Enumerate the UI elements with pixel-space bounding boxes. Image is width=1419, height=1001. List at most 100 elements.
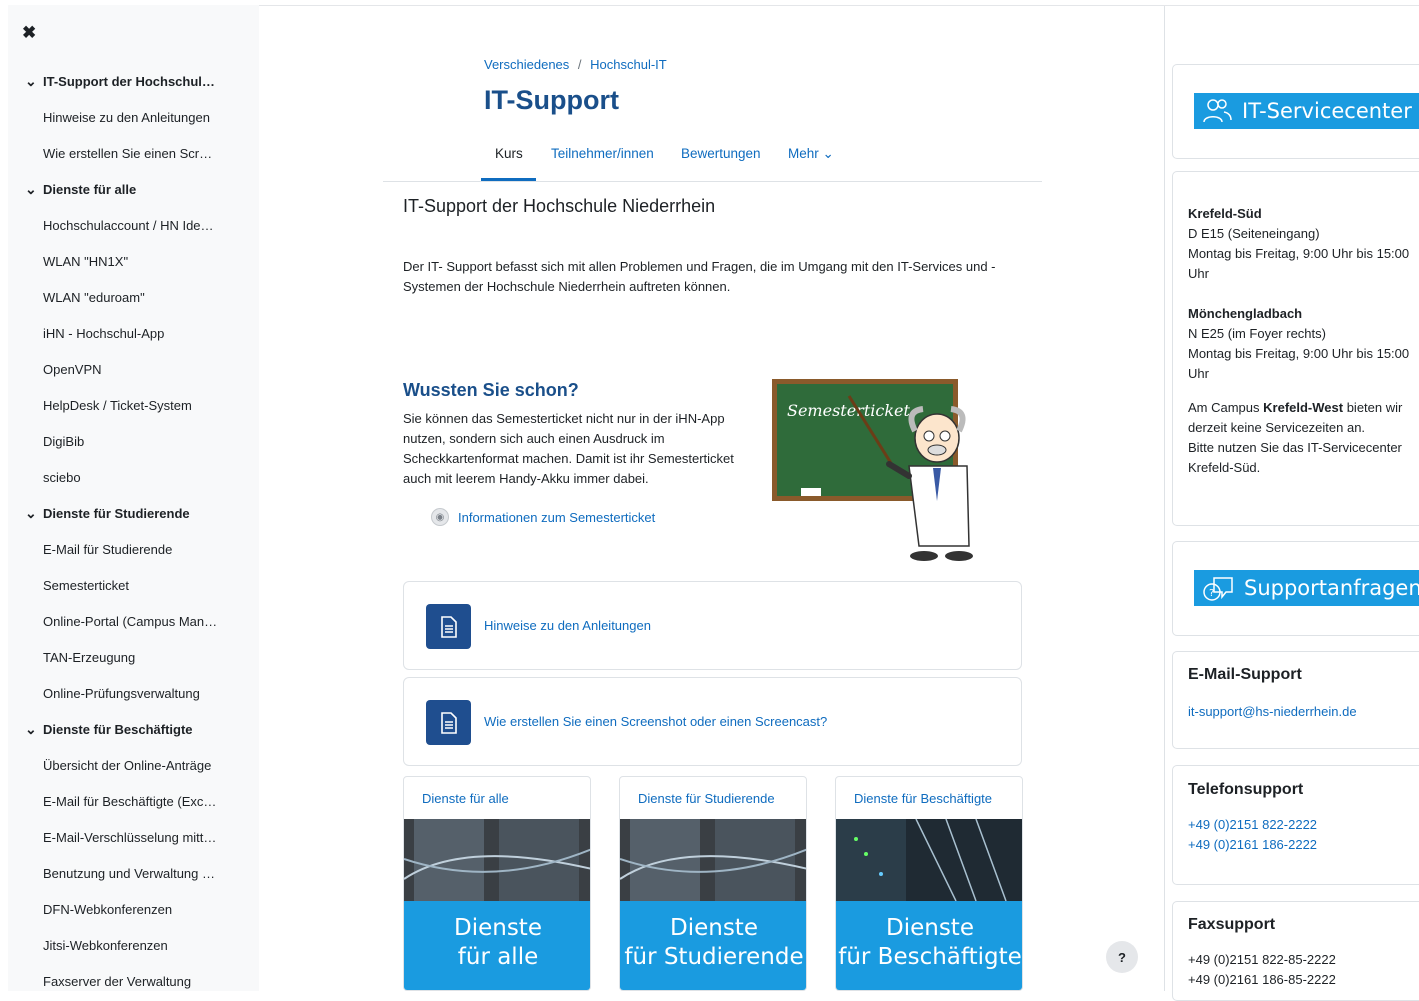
email-support-title: E-Mail-Support <box>1188 666 1302 683</box>
url-icon: ◉ <box>431 508 449 526</box>
drawer-item[interactable]: Online-Prüfungsverwaltung <box>8 675 259 711</box>
drawer-section[interactable]: ⌄ Dienste für alle <box>8 171 259 207</box>
tab-mehr[interactable]: Mehr ⌄ <box>788 146 834 162</box>
drawer-item[interactable]: DigiBib <box>8 423 259 459</box>
block-servicecenter: IT-Servicecenter <box>1172 64 1419 159</box>
server-image <box>404 819 590 901</box>
drawer-item[interactable]: WLAN "HN1X" <box>8 243 259 279</box>
chevron-down-icon[interactable]: ⌄ <box>25 182 43 196</box>
mgladbach-title: Mönchengladbach <box>1188 306 1303 321</box>
users-icon <box>1203 99 1232 123</box>
drawer-item[interactable]: E-Mail für Studierende <box>8 531 259 567</box>
activity-screenshot-link[interactable]: Wie erstellen Sie einen Screenshot oder … <box>484 714 827 729</box>
it-servicecenter-label: IT-Servicecenter <box>1242 99 1412 123</box>
drawer-item-label: Dienste für alle <box>43 181 137 197</box>
block-fax-support: Faxsupport +49 (0)2151 822-85-2222 +49 (… <box>1172 901 1419 1001</box>
drawer-item[interactable]: Hinweise zu den Anleitungen <box>8 99 259 135</box>
drawer-item-label: DigiBib <box>43 433 85 449</box>
fax-support-title: Faxsupport <box>1188 916 1276 933</box>
breadcrumb-separator: / <box>577 57 582 72</box>
activity-hinweise[interactable]: Hinweise zu den Anleitungen <box>403 581 1022 670</box>
supportanfragen-banner[interactable]: ? Supportanfragen <box>1194 570 1419 606</box>
tab-kurs[interactable]: Kurs <box>495 146 523 161</box>
chevron-down-icon[interactable]: ⌄ <box>25 722 43 736</box>
drawer-item[interactable]: WLAN "eduroam" <box>8 279 259 315</box>
drawer-item-label: iHN - Hochschul-App <box>43 325 165 341</box>
breadcrumb-verschiedenes[interactable]: Verschiedenes <box>484 57 569 72</box>
card-dienste-beschaeftigte[interactable]: Dienste für Beschäftigte Dienste für Besc… <box>835 776 1023 991</box>
card-title[interactable]: Dienste für alle <box>422 791 509 806</box>
server-image <box>620 819 806 901</box>
page-icon <box>426 604 471 649</box>
drawer-item-label: Dienste für Beschäftigte <box>43 721 193 737</box>
tab-teilnehmer[interactable]: Teilnehmer/innen <box>551 146 654 161</box>
activity-screenshot[interactable]: Wie erstellen Sie einen Screenshot oder … <box>403 677 1022 766</box>
drawer-item-label: Dienste für Studierende <box>43 505 190 521</box>
fax-number-mgladbach: +49 (0)2161 186-85-2222 <box>1188 972 1336 987</box>
semesterticket-link-label: Informationen zum Semesterticket <box>458 509 656 525</box>
card-title[interactable]: Dienste für Beschäftigte <box>854 791 992 806</box>
drawer-section[interactable]: ⌄ IT-Support der Hochschul… <box>8 63 259 99</box>
drawer-section[interactable]: ⌄ Dienste für Beschäftigte <box>8 711 259 747</box>
it-servicecenter-banner[interactable]: IT-Servicecenter <box>1194 93 1419 129</box>
card-banner: Dienste für alle <box>404 901 590 990</box>
main-content: Verschiedenes / Hochschul-IT IT-Support … <box>259 6 1164 991</box>
drawer-item[interactable]: DFN-Webkonferenzen <box>8 891 259 927</box>
block-supportanfragen: ? Supportanfragen <box>1172 541 1419 636</box>
drawer-item[interactable]: HelpDesk / Ticket-System <box>8 387 259 423</box>
drawer-item-label: E-Mail für Studierende <box>43 541 173 557</box>
drawer-item-label: Jitsi-Webkonferenzen <box>43 937 168 953</box>
drawer-item[interactable]: Semesterticket <box>8 567 259 603</box>
section-intro: Der IT- Support befasst sich mit allen P… <box>403 259 996 294</box>
card-banner: Dienste für Beschäftigte <box>836 901 1022 990</box>
drawer-item[interactable]: sciebo <box>8 459 259 495</box>
drawer-item-label: OpenVPN <box>43 361 102 377</box>
drawer-item-label: Wie erstellen Sie einen Scr… <box>43 145 213 161</box>
card-dienste-alle[interactable]: Dienste für alle Dienste für alle <box>403 776 591 991</box>
supportanfragen-label: Supportanfragen <box>1244 576 1419 600</box>
drawer-item[interactable]: Jitsi-Webkonferenzen <box>8 927 259 963</box>
server-image <box>836 819 1022 901</box>
drawer-item[interactable]: Hochschulaccount / HN Ide… <box>8 207 259 243</box>
drawer-section[interactable]: ⌄ Dienste für Studierende <box>8 495 259 531</box>
section-title: IT-Support der Hochschule Niederrhein <box>403 196 716 216</box>
activity-hinweise-link[interactable]: Hinweise zu den Anleitungen <box>484 618 651 633</box>
krefeld-sued-title: Krefeld-Süd <box>1188 206 1262 221</box>
fax-number-krefeld: +49 (0)2151 822-85-2222 <box>1188 952 1336 967</box>
page-title: IT-Support <box>484 85 619 115</box>
chevron-down-icon[interactable]: ⌄ <box>25 506 43 520</box>
drawer-item[interactable]: E-Mail für Beschäftigte (Exc… <box>8 783 259 819</box>
email-support-link[interactable]: it-support@hs-niederrhein.de <box>1188 702 1357 722</box>
drawer-item[interactable]: iHN - Hochschul-App <box>8 315 259 351</box>
drawer-item-label: Faxserver der Verwaltung <box>43 973 192 989</box>
card-title[interactable]: Dienste für Studierende <box>638 791 775 806</box>
course-index-list: ⌄ IT-Support der Hochschul… Hinweise zu de… <box>8 63 259 991</box>
drawer-item[interactable]: Wie erstellen Sie einen Scr… <box>8 135 259 171</box>
help-button[interactable]: ? <box>1106 941 1138 973</box>
drawer-item[interactable]: Übersicht der Online-Anträge <box>8 747 259 783</box>
mgladbach-room: N E25 (im Foyer rechts) <box>1188 326 1326 341</box>
phone-link-krefeld[interactable]: +49 (0)2151 822-2222 <box>1188 815 1317 835</box>
chalk <box>801 488 821 496</box>
drawer-item[interactable]: TAN-Erzeugung <box>8 639 259 675</box>
krefeld-west-hint: Bitte nutzen Sie das IT-Servicecenter Kr… <box>1188 440 1402 475</box>
breadcrumb: Verschiedenes / Hochschul-IT <box>484 57 667 72</box>
drawer-item[interactable]: Online-Portal (Campus Man… <box>8 603 259 639</box>
drawer-item[interactable]: Benutzung und Verwaltung … <box>8 855 259 891</box>
krefeld-sued-hours: Montag bis Freitag, 9:00 Uhr bis 15:00 U… <box>1188 246 1410 281</box>
card-dienste-studierende[interactable]: Dienste für Studierende Dienste für Studi… <box>619 776 807 991</box>
close-drawer-icon[interactable]: ✖ <box>22 23 36 43</box>
drawer-item-label: Benutzung und Verwaltung … <box>43 865 216 881</box>
drawer-item-label: IT-Support der Hochschul… <box>43 73 215 89</box>
drawer-item[interactable]: Faxserver der Verwaltung <box>8 963 259 991</box>
tab-bewertungen[interactable]: Bewertungen <box>681 146 761 161</box>
chevron-down-icon[interactable]: ⌄ <box>25 74 43 88</box>
breadcrumb-hochschul-it[interactable]: Hochschul-IT <box>590 57 667 72</box>
block-opening-hours: Krefeld-Süd D E15 (Seiteneingang) Montag… <box>1172 171 1419 526</box>
drawer-item-label: E-Mail-Verschlüsselung mitt… <box>43 829 217 845</box>
blackboard-text: Semesterticket <box>787 401 911 420</box>
drawer-item[interactable]: OpenVPN <box>8 351 259 387</box>
semesterticket-info-link[interactable]: ◉ Informationen zum Semesterticket <box>431 508 655 526</box>
drawer-item[interactable]: E-Mail-Verschlüsselung mitt… <box>8 819 259 855</box>
phone-link-mgladbach[interactable]: +49 (0)2161 186-2222 <box>1188 835 1317 855</box>
